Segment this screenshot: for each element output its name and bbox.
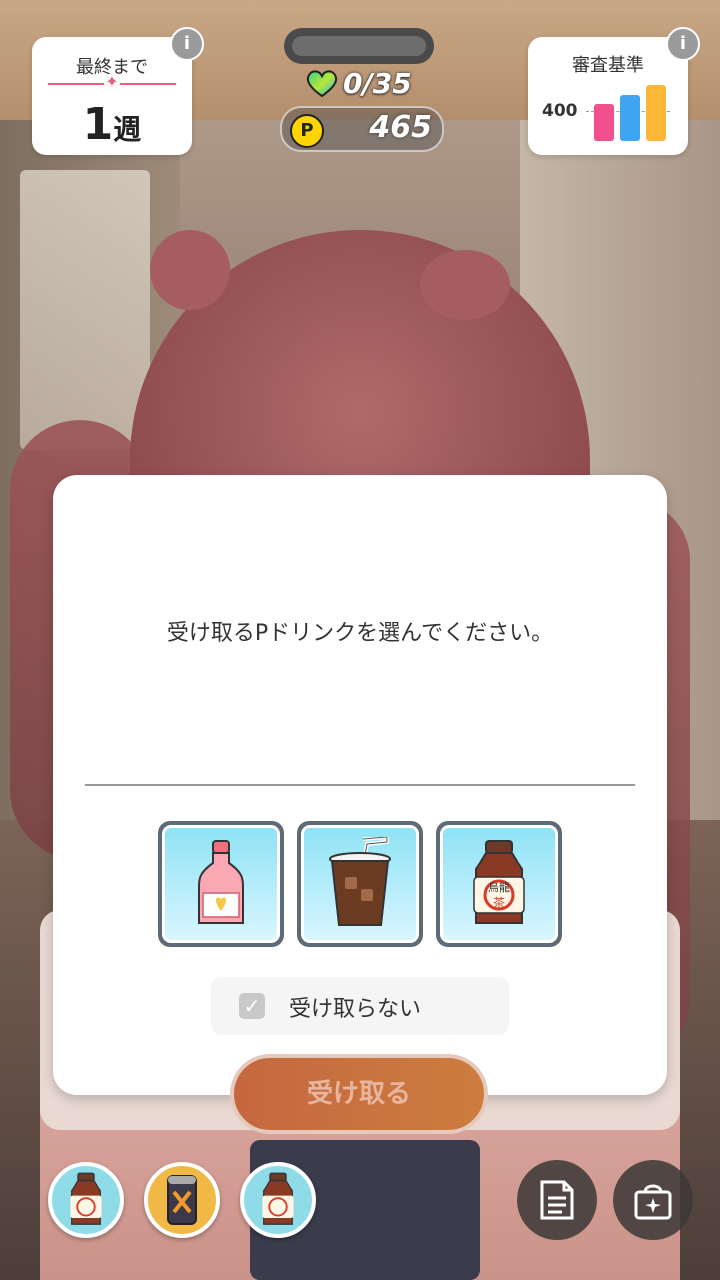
points-display: P 465 bbox=[280, 106, 444, 152]
character-hair-bun-right bbox=[420, 250, 510, 320]
criteria-bar-1 bbox=[594, 104, 614, 141]
bag-icon bbox=[634, 1184, 672, 1220]
memo-icon bbox=[540, 1180, 574, 1220]
drink-slot-1[interactable] bbox=[48, 1162, 124, 1238]
energy-can-icon bbox=[167, 1175, 197, 1225]
svg-text:烏龍: 烏龍 bbox=[488, 880, 510, 894]
drink-option-oolong-tea[interactable]: 烏龍 茶 bbox=[436, 821, 562, 947]
skip-checkbox[interactable]: ✓ bbox=[239, 993, 265, 1019]
criteria-threshold: 400 bbox=[542, 101, 578, 121]
p-coin-icon: P bbox=[290, 114, 324, 148]
criteria-bar-2 bbox=[620, 95, 640, 141]
drink-slot-2[interactable] bbox=[144, 1162, 220, 1238]
progress-gauge-track bbox=[292, 36, 426, 56]
drink-select-dialog: 受け取るPドリンクを選んでください。 烏龍 茶 ✓ 受け取らない bbox=[53, 475, 667, 1095]
memo-button[interactable] bbox=[517, 1160, 597, 1240]
criteria-bar-3 bbox=[646, 85, 666, 141]
window bbox=[20, 170, 150, 450]
criteria-card[interactable]: 審査基準 400 bbox=[528, 37, 688, 155]
progress-gauge bbox=[284, 28, 434, 64]
weeks-remaining-card[interactable]: 最終まで ✦ 1週 bbox=[32, 37, 192, 155]
criteria-title: 審査基準 bbox=[572, 55, 644, 76]
drink-slot-3[interactable] bbox=[240, 1162, 316, 1238]
character-hair-bun-left bbox=[150, 230, 230, 310]
heart-icon bbox=[306, 70, 338, 98]
skip-option[interactable]: ✓ 受け取らない bbox=[211, 977, 509, 1035]
weeks-unit: 週 bbox=[113, 113, 142, 146]
heart-counter: 0/35 bbox=[305, 66, 412, 100]
points-value: 465 bbox=[369, 110, 432, 145]
heart-count: 0/35 bbox=[343, 66, 412, 100]
svg-text:茶: 茶 bbox=[493, 895, 505, 910]
oolong-tea-bottle-icon bbox=[262, 1172, 294, 1225]
oolong-tea-bottle-icon bbox=[70, 1172, 102, 1225]
dialog-message: 受け取るPドリンクを選んでください。 bbox=[166, 621, 554, 646]
divider bbox=[85, 784, 635, 786]
iced-coffee-icon bbox=[329, 837, 391, 926]
pink-drink-bottle-icon bbox=[198, 840, 244, 924]
receive-button[interactable]: 受け取る bbox=[230, 1054, 488, 1134]
skip-label: 受け取らない bbox=[289, 997, 422, 1022]
sparkle-icon: ✦ bbox=[104, 72, 120, 91]
bag-button[interactable] bbox=[613, 1160, 693, 1240]
info-icon[interactable]: i bbox=[170, 27, 204, 61]
drink-option-iced-coffee[interactable] bbox=[297, 821, 423, 947]
info-icon[interactable]: i bbox=[666, 27, 700, 61]
weeks-number: 1 bbox=[82, 99, 114, 150]
oolong-tea-bottle-icon: 烏龍 茶 bbox=[473, 840, 525, 924]
drink-option-pink-drink[interactable] bbox=[158, 821, 284, 947]
weeks-remaining-value: 1週 bbox=[32, 99, 192, 150]
